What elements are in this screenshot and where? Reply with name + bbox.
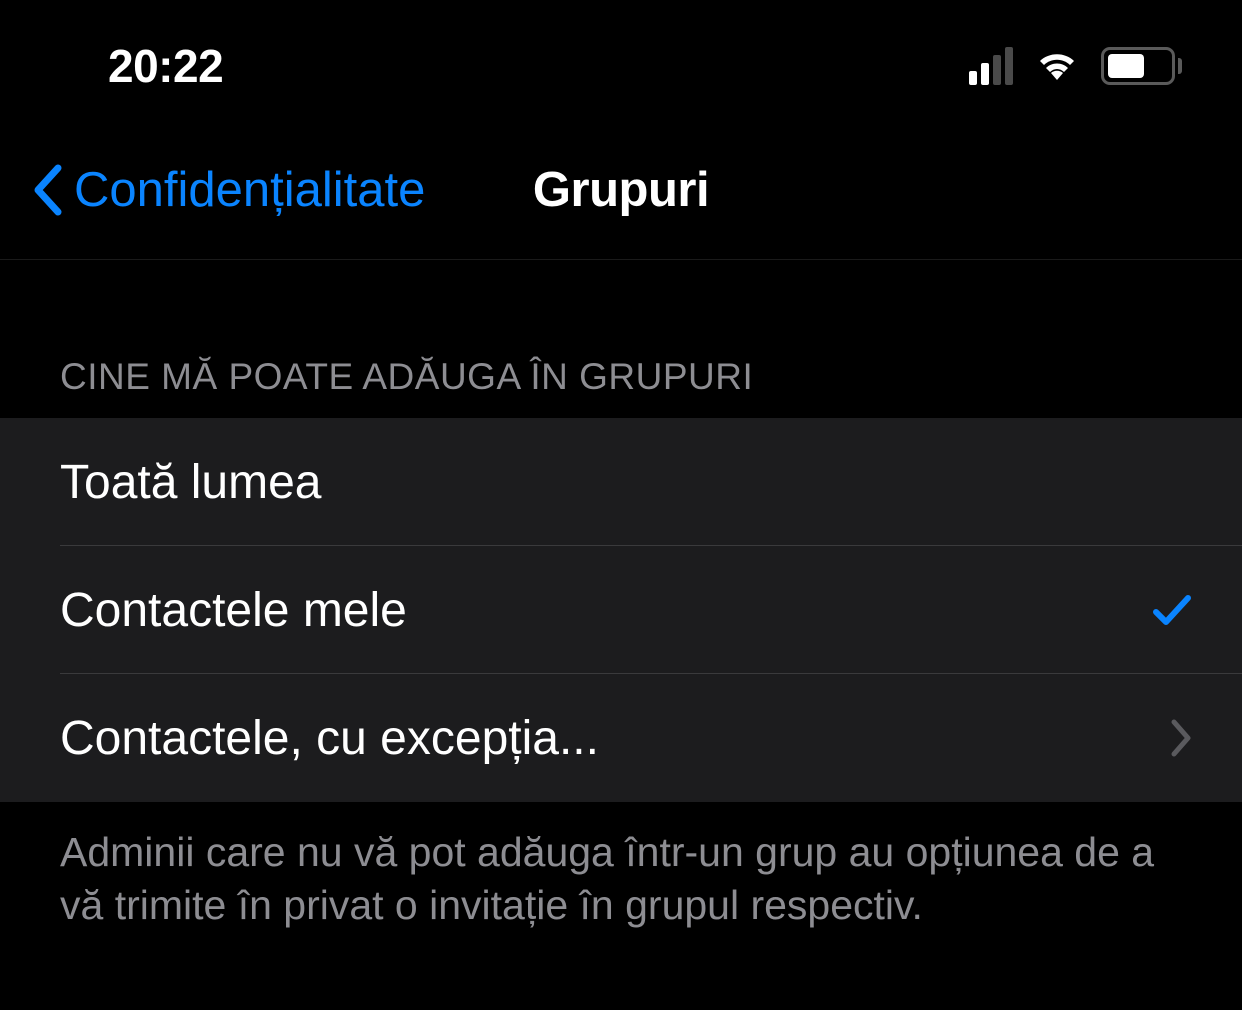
option-contacts-except[interactable]: Contactele, cu excepția... (0, 674, 1242, 802)
battery-icon (1101, 47, 1182, 85)
status-bar: 20:22 (0, 0, 1242, 120)
back-label: Confidențialitate (74, 162, 425, 218)
back-button[interactable]: Confidențialitate (30, 162, 425, 218)
page-title: Grupuri (533, 162, 709, 218)
section-footer: Adminii care nu vă pot adăuga într-un gr… (0, 802, 1242, 933)
option-label: Contactele, cu excepția... (60, 711, 599, 766)
chevron-right-icon (1168, 718, 1194, 758)
option-my-contacts[interactable]: Contactele mele (0, 546, 1242, 674)
content-area: CINE MĂ POATE ADĂUGA ÎN GRUPURI Toată lu… (0, 260, 1242, 933)
status-time: 20:22 (108, 39, 223, 93)
navigation-bar: Confidențialitate Grupuri (0, 120, 1242, 260)
option-label: Toată lumea (60, 455, 322, 510)
chevron-left-icon (30, 162, 66, 218)
status-icons (969, 46, 1182, 86)
wifi-icon (1031, 46, 1083, 86)
option-list: Toată lumea Contactele mele Contactele, … (0, 418, 1242, 802)
option-label: Contactele mele (60, 583, 407, 638)
option-everyone[interactable]: Toată lumea (0, 418, 1242, 546)
cellular-signal-icon (969, 47, 1013, 85)
checkmark-icon (1150, 588, 1194, 632)
section-header: CINE MĂ POATE ADĂUGA ÎN GRUPURI (0, 260, 1242, 418)
